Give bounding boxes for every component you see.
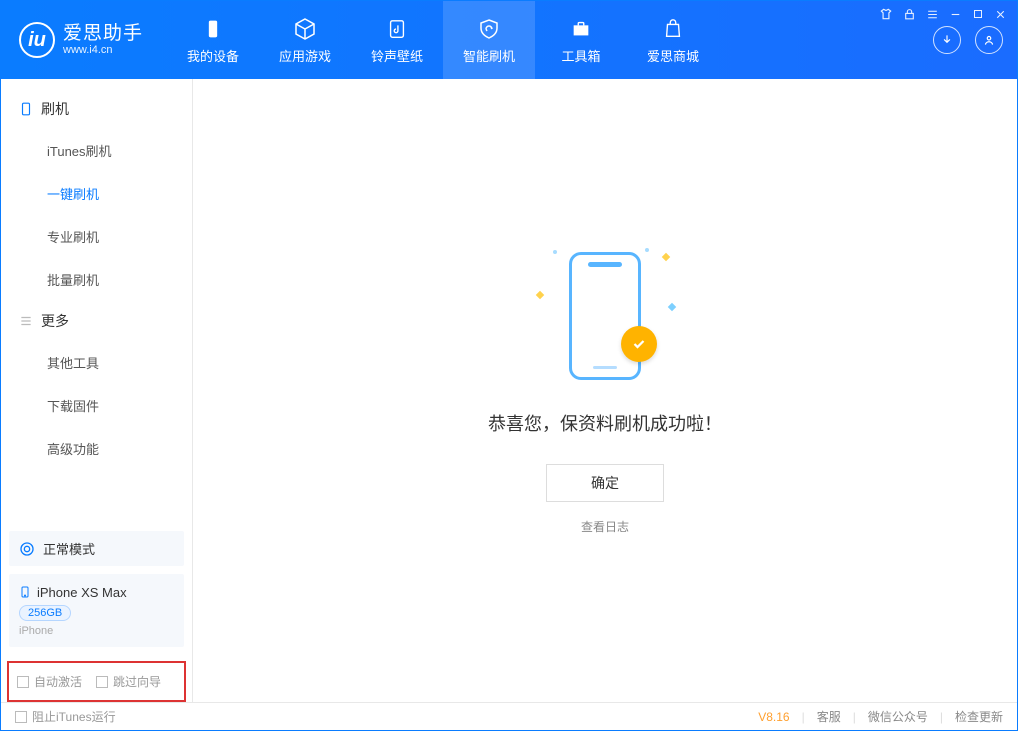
status-text: 正常模式 [43,539,95,558]
maximize-button[interactable] [972,8,984,23]
footer-wechat-link[interactable]: 微信公众号 [868,708,928,725]
phone-outline-icon [19,101,33,117]
close-button[interactable] [994,8,1007,24]
device-icon [19,584,31,600]
success-message: 恭喜您，保资料刷机成功啦！ [488,410,722,436]
nav-label: 爱思商城 [647,46,699,65]
phone-graphic-icon [569,252,641,380]
nav-label: 铃声壁纸 [371,46,423,65]
nav-ringtones[interactable]: 铃声壁纸 [351,1,443,79]
ok-button[interactable]: 确定 [546,464,664,502]
minimize-button[interactable] [949,8,962,24]
connection-status[interactable]: 正常模式 [9,531,184,566]
device-name: iPhone XS Max [37,585,127,600]
sidebar-item-download-firmware[interactable]: 下载固件 [1,384,192,427]
cube-icon [292,16,318,42]
nav-label: 我的设备 [187,46,239,65]
version-label: V8.16 [758,710,789,724]
sidebar: 刷机 iTunes刷机 一键刷机 专业刷机 批量刷机 更多 其他工具 下载固件 … [1,79,193,702]
success-illustration [535,246,675,386]
nav-label: 应用游戏 [279,46,331,65]
sidebar-item-batch-flash[interactable]: 批量刷机 [1,258,192,301]
nav-store[interactable]: 爱思商城 [627,1,719,79]
opt-label: 自动激活 [34,673,82,690]
highlighted-options: 自动激活 跳过向导 [7,661,186,702]
status-bar: 阻止iTunes运行 V8.16 | 客服 | 微信公众号 | 检查更新 [1,702,1017,730]
nav-label: 工具箱 [562,46,601,65]
phone-icon [200,16,226,42]
footer-block-label: 阻止iTunes运行 [32,708,116,725]
auto-activate-checkbox[interactable]: 自动激活 [17,673,82,690]
window-controls [879,7,1007,24]
app-logo: iu 爱思助手 www.i4.cn [1,22,161,58]
download-button[interactable] [933,26,961,54]
device-storage: 256GB [19,605,71,621]
app-name: 爱思助手 [63,24,143,45]
lock-icon[interactable] [903,8,916,24]
footer-update-link[interactable]: 检查更新 [955,708,1003,725]
nav-my-device[interactable]: 我的设备 [167,1,259,79]
logo-badge-icon: iu [19,22,55,58]
sidebar-group-flash: 刷机 [1,89,192,129]
nav-apps[interactable]: 应用游戏 [259,1,351,79]
sidebar-item-advanced[interactable]: 高级功能 [1,427,192,470]
skip-wizard-checkbox[interactable]: 跳过向导 [96,673,161,690]
app-url: www.i4.cn [63,44,143,56]
shirt-icon[interactable] [879,7,893,24]
group-title: 刷机 [41,99,69,119]
main-content: 恭喜您，保资料刷机成功啦！ 确定 查看日志 [193,79,1017,702]
sidebar-item-oneclick-flash[interactable]: 一键刷机 [1,172,192,215]
bag-icon [660,16,686,42]
user-button[interactable] [975,26,1003,54]
opt-label: 跳过向导 [113,673,161,690]
menu-icon[interactable] [926,8,939,24]
view-log-link[interactable]: 查看日志 [581,518,629,535]
nav-label: 智能刷机 [463,46,515,65]
footer-service-link[interactable]: 客服 [817,708,841,725]
block-itunes-checkbox[interactable]: 阻止iTunes运行 [15,708,116,725]
group-title: 更多 [41,311,69,331]
sidebar-item-other-tools[interactable]: 其他工具 [1,341,192,384]
device-card[interactable]: iPhone XS Max 256GB iPhone [9,574,184,647]
list-icon [19,314,33,328]
sidebar-item-itunes-flash[interactable]: iTunes刷机 [1,129,192,172]
check-badge-icon [621,326,657,362]
sidebar-item-pro-flash[interactable]: 专业刷机 [1,215,192,258]
sync-icon [19,541,35,557]
app-header: iu 爱思助手 www.i4.cn 我的设备 应用游戏 铃声壁纸 智能刷机 工具… [1,1,1017,79]
main-nav: 我的设备 应用游戏 铃声壁纸 智能刷机 工具箱 爱思商城 [167,1,719,79]
nav-flash[interactable]: 智能刷机 [443,1,535,79]
header-actions [933,26,1003,54]
nav-toolbox[interactable]: 工具箱 [535,1,627,79]
refresh-shield-icon [476,16,502,42]
music-file-icon [384,16,410,42]
sidebar-group-more: 更多 [1,301,192,341]
device-type: iPhone [19,625,174,637]
toolbox-icon [568,16,594,42]
